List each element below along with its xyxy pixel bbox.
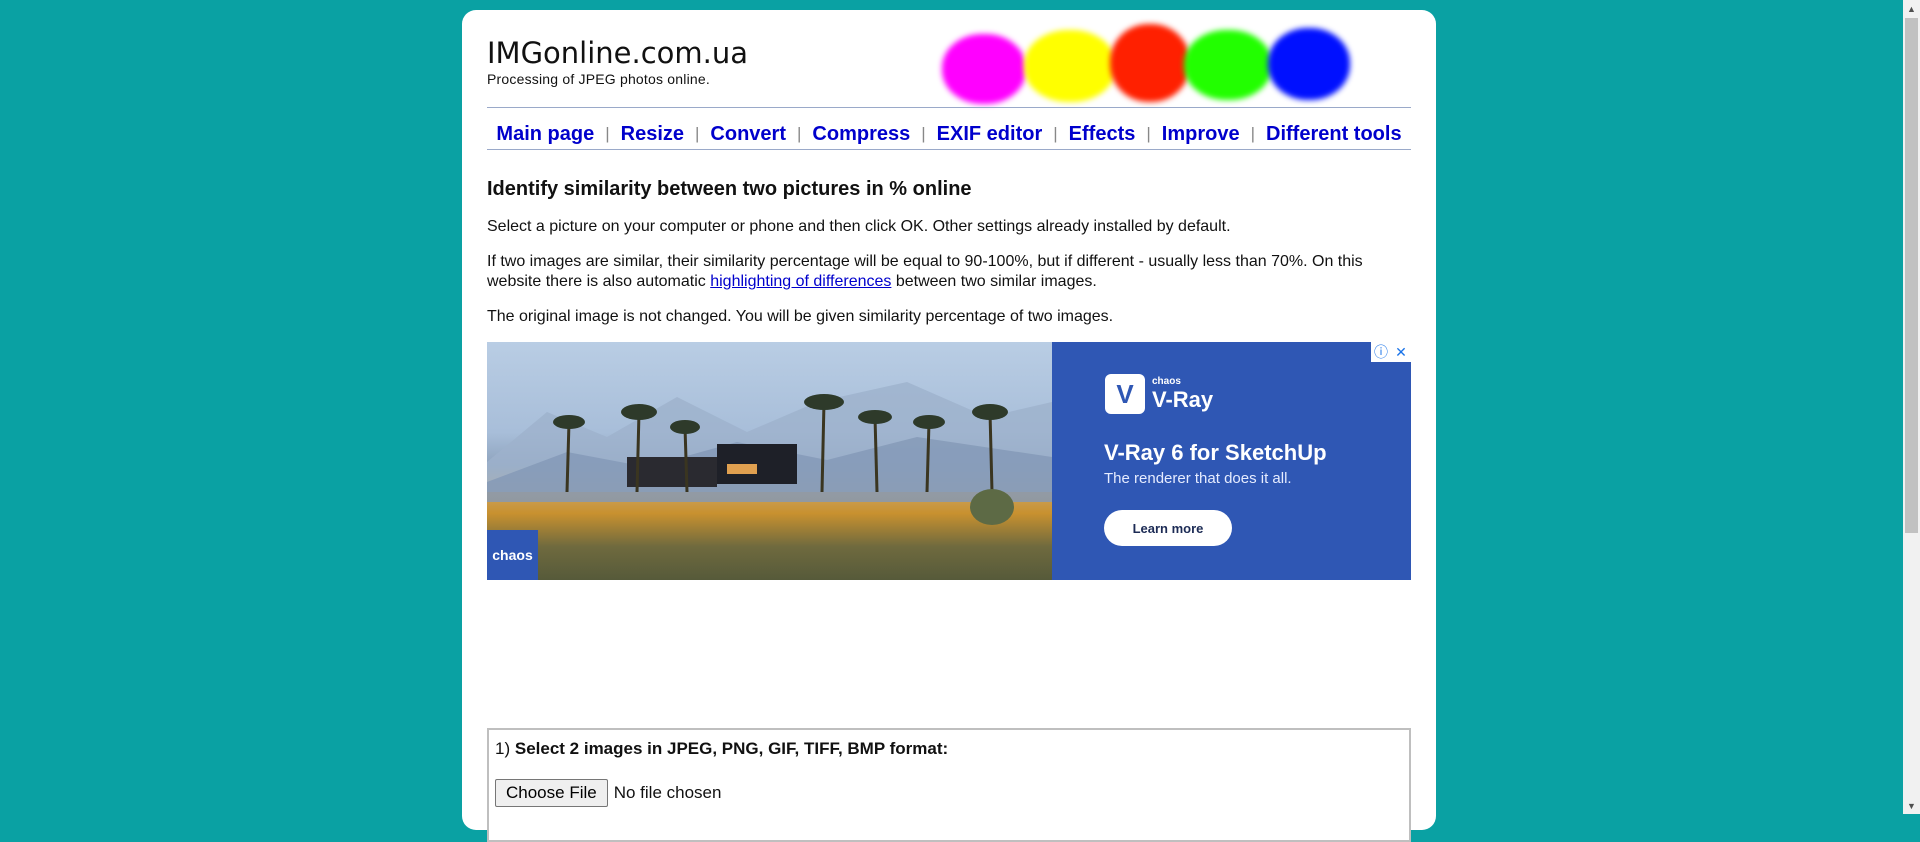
page-title: Identify similarity between two pictures… bbox=[487, 178, 972, 200]
scroll-up-icon[interactable]: ▲ bbox=[1903, 0, 1920, 17]
step-number: 1) bbox=[495, 739, 511, 758]
nav-separator: | bbox=[797, 124, 802, 143]
choose-file-button[interactable]: Choose File bbox=[495, 779, 608, 807]
color-blob bbox=[1184, 30, 1272, 100]
nav-item-resize[interactable]: Resize bbox=[621, 123, 684, 146]
similarity-text-after: between two similar images. bbox=[891, 273, 1097, 290]
nav-item-effects[interactable]: Effects bbox=[1069, 123, 1136, 146]
ad-choices: ⓘ ✕ bbox=[1371, 342, 1411, 362]
ad-text-panel[interactable]: V chaos V-Ray V-Ray 6 for SketchUp The r… bbox=[1052, 342, 1411, 580]
site-subtitle: Processing of JPEG photos online. bbox=[487, 71, 710, 87]
color-blob bbox=[1110, 24, 1190, 102]
color-blob bbox=[1024, 30, 1116, 102]
ad-scene-illustration bbox=[487, 382, 1052, 525]
nav-separator: | bbox=[1250, 124, 1256, 143]
ad-close-icon[interactable]: ✕ bbox=[1391, 342, 1411, 362]
nav-separator: | bbox=[605, 124, 610, 143]
nav-item-main-page[interactable]: Main page bbox=[496, 123, 594, 146]
original-note-paragraph: The original image is not changed. You w… bbox=[487, 308, 1114, 325]
upload-form: 1) Select 2 images in JPEG, PNG, GIF, TI… bbox=[487, 728, 1411, 842]
page-card: IMGonline.com.ua Processing of JPEG phot… bbox=[462, 10, 1436, 842]
color-blob bbox=[1268, 28, 1350, 100]
vertical-scrollbar[interactable]: ▲ ▼ bbox=[1903, 0, 1920, 814]
nav-divider-top bbox=[487, 107, 1411, 108]
nav-item-compress[interactable]: Compress bbox=[812, 123, 910, 146]
ad-info-icon[interactable]: ⓘ bbox=[1371, 342, 1391, 362]
step-1-label: 1) Select 2 images in JPEG, PNG, GIF, TI… bbox=[495, 739, 948, 759]
main-navigation: Main page | Resize | Convert | Compress | EXIF e… bbox=[487, 114, 1411, 154]
intro-paragraph: Select a picture on your computer or pho… bbox=[487, 218, 1231, 235]
highlighting-differences-link[interactable]: highlighting of differences bbox=[710, 273, 891, 290]
ad-headline: V-Ray 6 for SketchUp bbox=[1104, 440, 1327, 465]
step-instructions: Select 2 images in JPEG, PNG, GIF, TIFF,… bbox=[514, 739, 949, 758]
nav-item-exif-editor[interactable]: EXIF editor bbox=[937, 123, 1043, 146]
nav-divider-bottom bbox=[487, 149, 1411, 150]
nav-item-convert[interactable]: Convert bbox=[710, 123, 786, 146]
ad-tagline: The renderer that does it all. bbox=[1104, 470, 1292, 487]
file-input-row: Choose File No file chosen bbox=[495, 779, 721, 807]
color-blobs-logo bbox=[942, 24, 1442, 124]
scroll-down-icon[interactable]: ▼ bbox=[1903, 797, 1920, 814]
ad-chaos-brand-tag[interactable]: chaos bbox=[487, 530, 538, 580]
scrollbar-thumb[interactable] bbox=[1905, 18, 1918, 533]
vray-logo-name: V-Ray bbox=[1152, 387, 1214, 412]
nav-item-different-tools[interactable]: Different tools bbox=[1266, 123, 1402, 146]
nav-separator: | bbox=[1146, 124, 1151, 143]
nav-separator: | bbox=[1053, 124, 1058, 143]
color-blob bbox=[942, 34, 1026, 104]
learn-more-button[interactable]: Learn more bbox=[1104, 510, 1232, 546]
vray-logo-icon: V bbox=[1105, 374, 1145, 414]
advertisement-banner[interactable]: chaos V chaos V-Ray V-Ray 6 for SketchUp… bbox=[487, 342, 1411, 580]
file-status-text: No file chosen bbox=[613, 783, 722, 802]
nav-separator: | bbox=[695, 124, 700, 143]
nav-separator: | bbox=[921, 124, 926, 143]
nav-item-improve[interactable]: Improve bbox=[1162, 123, 1240, 146]
ad-landscape-image[interactable]: chaos bbox=[487, 342, 1052, 580]
similarity-paragraph: If two images are similar, their similar… bbox=[487, 252, 1411, 292]
site-title[interactable]: IMGonline.com.ua bbox=[487, 36, 748, 70]
vray-logo-small-text: chaos bbox=[1152, 376, 1181, 387]
